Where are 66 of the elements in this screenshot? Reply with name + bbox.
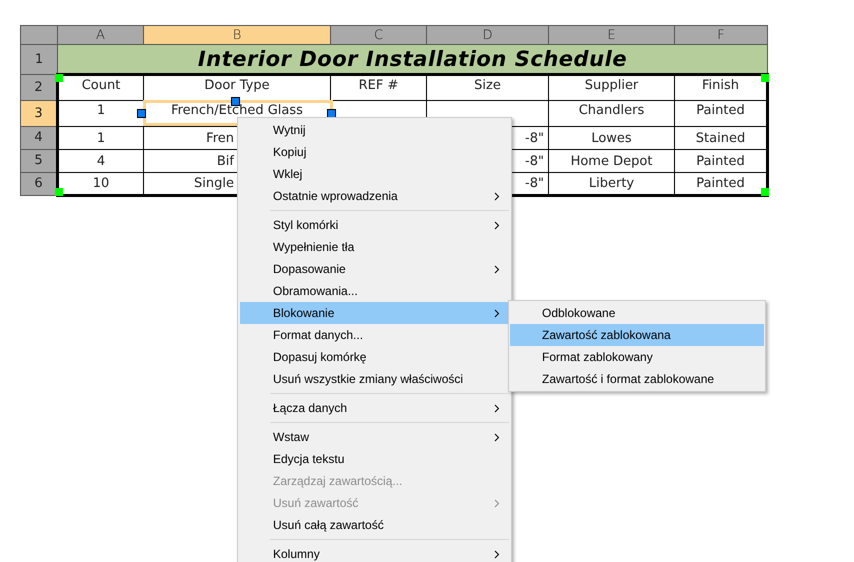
title-cell: Interior Door Installation Schedule bbox=[58, 44, 768, 74]
cell-text: Lowes bbox=[591, 130, 632, 146]
menu-item[interactable]: Łącza danych bbox=[240, 397, 509, 419]
menu-item[interactable]: Dopasowanie bbox=[240, 258, 509, 280]
menu-item[interactable]: Kopiuj bbox=[240, 141, 509, 163]
cell-text: Count bbox=[82, 78, 120, 93]
selection-handle-icon bbox=[761, 188, 769, 196]
cell-text: -8" bbox=[525, 176, 544, 191]
cell-text: French/Etched Glass bbox=[171, 103, 303, 118]
menu-item[interactable]: Wytnij bbox=[240, 119, 509, 141]
cell-text: Supplier bbox=[584, 78, 638, 93]
menu-item[interactable]: Blokowanie bbox=[240, 302, 509, 324]
row-header[interactable]: 1 bbox=[20, 44, 58, 74]
menu-item[interactable]: Styl komórki bbox=[240, 214, 509, 236]
selection-handle-icon bbox=[761, 74, 769, 82]
menu-item[interactable]: Wypełnienie tła bbox=[240, 236, 509, 258]
row-header[interactable]: 2 bbox=[20, 74, 58, 100]
corner-header bbox=[20, 26, 58, 44]
cell-text: Finish bbox=[702, 78, 739, 93]
menu-item[interactable]: Zawartość i format zablokowane bbox=[510, 368, 764, 390]
cell-text: 10 bbox=[92, 176, 110, 191]
cell-text: Liberty bbox=[588, 176, 634, 191]
cell-text: Painted bbox=[696, 154, 745, 168]
menu-item[interactable]: Format danych... bbox=[240, 324, 509, 346]
menu-item[interactable]: Kolumny bbox=[240, 543, 509, 562]
row-header[interactable]: 3 bbox=[20, 100, 58, 126]
grip-icon[interactable] bbox=[231, 97, 240, 106]
cell-text: -8" bbox=[525, 130, 544, 146]
menu-item[interactable]: Obramowania... bbox=[240, 280, 509, 302]
cell-text: 1 bbox=[96, 103, 106, 118]
row-header[interactable]: 5 bbox=[20, 150, 58, 172]
cell-text: Stained bbox=[696, 130, 746, 146]
cell-text: 1 bbox=[96, 130, 106, 146]
cell-text: Bif bbox=[216, 154, 234, 168]
cell-text: Painted bbox=[696, 103, 745, 118]
grip-icon[interactable] bbox=[137, 109, 146, 118]
cell-text: Fren bbox=[206, 130, 234, 146]
column-header[interactable]: D bbox=[426, 26, 548, 44]
column-header[interactable]: C bbox=[330, 26, 426, 44]
cell-text: Size bbox=[474, 78, 501, 93]
column-header[interactable]: A bbox=[58, 26, 144, 44]
selection-handle-icon bbox=[55, 74, 63, 82]
row-header[interactable]: 6 bbox=[20, 172, 58, 196]
row-header[interactable]: 4 bbox=[20, 126, 58, 150]
cell-text: Chandlers bbox=[578, 103, 644, 118]
column-header[interactable]: E bbox=[548, 26, 674, 44]
cell-text: Door Type bbox=[204, 78, 270, 93]
menu-item[interactable]: Zawartość zablokowana bbox=[510, 324, 764, 346]
menu-item[interactable]: Usuń wszystkie zmiany właściwości bbox=[240, 368, 509, 390]
cell-text: Single bbox=[194, 176, 234, 191]
menu-item[interactable]: Edycja tekstu bbox=[240, 448, 509, 470]
cell-text: 4 bbox=[96, 154, 106, 168]
menu-item[interactable]: Usuń całą zawartość bbox=[240, 514, 509, 536]
selection-handle-icon bbox=[55, 188, 63, 196]
menu-item[interactable]: Ostatnie wprowadzenia bbox=[240, 185, 509, 207]
menu-item[interactable]: Dopasuj komórkę bbox=[240, 346, 509, 368]
column-header[interactable]: F bbox=[674, 26, 768, 44]
menu-item[interactable]: Odblokowane bbox=[510, 302, 764, 324]
cell-text: -8" bbox=[525, 154, 544, 168]
cell-text: REF # bbox=[358, 78, 398, 93]
menu-item[interactable]: Format zablokowany bbox=[510, 346, 764, 368]
menu-item[interactable]: Wstaw bbox=[240, 426, 509, 448]
column-header[interactable]: B bbox=[144, 26, 330, 44]
cell-text: Painted bbox=[696, 176, 745, 191]
cell-text: Home Depot bbox=[570, 154, 652, 168]
menu-item[interactable]: Wklej bbox=[240, 163, 509, 185]
